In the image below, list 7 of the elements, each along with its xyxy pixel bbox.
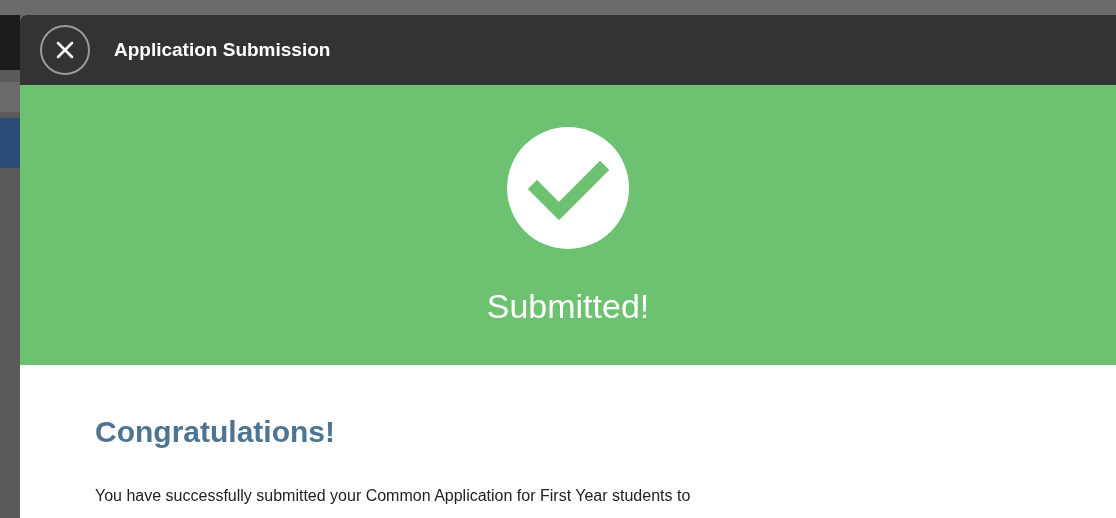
congratulations-heading: Congratulations! xyxy=(95,414,336,450)
dialog-title: Application Submission xyxy=(114,37,331,62)
checkmark-icon xyxy=(507,127,629,249)
confirmation-message: You have successfully submitted your Common Application for First Year students to xyxy=(95,486,692,506)
close-button[interactable] xyxy=(40,25,90,75)
status-text: Submitted! xyxy=(486,286,650,327)
close-icon xyxy=(55,40,75,60)
